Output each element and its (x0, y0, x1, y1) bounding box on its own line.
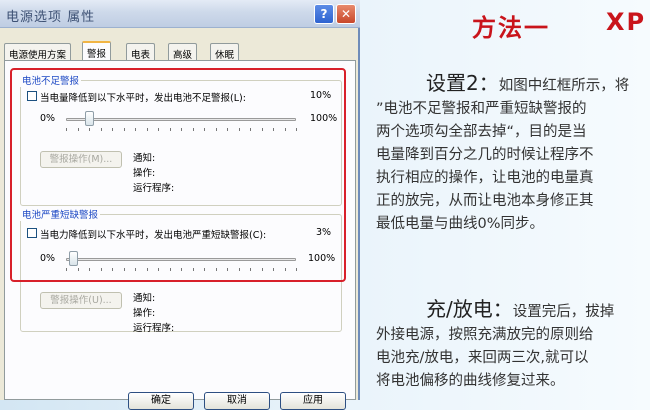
charge-line: 将电池偏移的曲线修复过来。 (376, 373, 565, 389)
critical-battery-alarm-action-button[interactable]: 警报操作(U)... (40, 292, 122, 309)
apply-button[interactable]: 应用 (280, 392, 346, 410)
power-options-dialog: 电源选项 属性 ? ✕ 电源使用方案 警报 电表 高级 休眠 电池不足警报 当电… (0, 0, 360, 410)
critical-battery-action-label: 操作: (133, 308, 156, 319)
tab-alarms[interactable]: 警报 (82, 41, 112, 61)
critical-battery-notify-label: 通知: (133, 293, 156, 304)
close-button[interactable]: ✕ (336, 4, 356, 24)
slider-tick (77, 268, 79, 271)
charge-lead: 充/放电： (426, 297, 513, 321)
slider-tick (89, 268, 90, 271)
slider-tick (261, 128, 263, 131)
cancel-button[interactable]: 取消 (204, 392, 270, 410)
charge-line: 设置完后，拔掉 (512, 304, 615, 320)
slider-tick (100, 268, 102, 271)
dialog-title: 电源选项 属性 (6, 10, 96, 25)
slider-tick (296, 268, 297, 271)
slider-tick (227, 128, 228, 131)
slider-tick (250, 268, 251, 271)
setting-line: ”电池不足警报和严重短缺警报的 (376, 101, 587, 117)
slider-tick (204, 128, 205, 131)
slider-tick (215, 268, 217, 271)
slider-tick (123, 268, 125, 271)
tab-power-meter[interactable]: 电表 (126, 43, 156, 61)
slider-tick (112, 128, 113, 131)
slider-tick (100, 128, 102, 131)
slider-tick (146, 268, 148, 271)
slider-tick (169, 128, 171, 131)
ok-button[interactable]: 确定 (128, 392, 194, 410)
slider-tick (273, 268, 274, 271)
slider-tick (66, 128, 67, 131)
setting-line: 电量降到百分之几的时候让程序不 (376, 147, 594, 163)
slider-tick (181, 268, 182, 271)
slider-tick (296, 128, 297, 131)
slider-tick (169, 268, 171, 271)
slider-tick (192, 128, 194, 131)
slider-tick (158, 268, 159, 271)
slider-tick (135, 268, 136, 271)
setting-line: 执行相应的操作，让电池的电量真 (376, 170, 594, 186)
slider-tick (89, 128, 90, 131)
slider-tick (238, 268, 240, 271)
slider-tick (238, 128, 240, 131)
setting-line: 两个选项勾全部去掉“，目的是当 (376, 124, 587, 140)
slider-tick (261, 268, 263, 271)
slider-tick (158, 128, 159, 131)
slider-tick (146, 128, 148, 131)
slider-tick (123, 128, 125, 131)
slider-tick (204, 268, 205, 271)
slider-tick (77, 128, 79, 131)
setting-line: 最低电量与曲线0%同步。 (376, 216, 545, 232)
slider-tick (112, 268, 113, 271)
setting-lead: 设置2： (426, 71, 499, 95)
headline-suffix: XP (606, 8, 647, 36)
slider-tick (250, 128, 251, 131)
slider-tick (284, 128, 286, 131)
help-button[interactable]: ? (314, 4, 334, 24)
slider-tick (273, 128, 274, 131)
headline-text: 方法一 (472, 14, 550, 42)
slider-tick (192, 268, 194, 271)
slider-tick (284, 268, 286, 271)
slider-tick (215, 128, 217, 131)
charge-line: 电池充/放电，来回两三次,就可以 (376, 350, 589, 366)
setting-line: 如图中红框所示，将 (498, 78, 630, 94)
help-icon: ? (320, 7, 328, 21)
setting-paragraph: 设置2：如图中红框所示，将 ”电池不足警报和严重短缺警报的 两个选项勾全部去掉“… (376, 72, 650, 236)
charge-paragraph: 充/放电：设置完后，拔掉 外接电源，按照充满放完的原则给 电池充/放电，来回两三… (376, 298, 650, 393)
setting-line: 正的放完，从而让电池本身修正其 (376, 193, 594, 209)
tab-hibernate[interactable]: 休眠 (210, 43, 240, 61)
close-icon: ✕ (340, 7, 352, 21)
slider-tick (227, 268, 228, 271)
slider-tick (66, 268, 67, 271)
title-bar[interactable]: 电源选项 属性 ? ✕ (0, 0, 360, 28)
article-headline: 方法一 XP (472, 8, 644, 43)
critical-battery-program-label: 运行程序: (133, 323, 175, 334)
slider-tick (135, 128, 136, 131)
red-highlight-box (10, 68, 346, 282)
charge-line: 外接电源，按照充满放完的原则给 (376, 327, 594, 343)
slider-tick (181, 128, 182, 131)
tab-advanced[interactable]: 高级 (168, 43, 198, 61)
tab-power-schemes[interactable]: 电源使用方案 (4, 43, 72, 61)
